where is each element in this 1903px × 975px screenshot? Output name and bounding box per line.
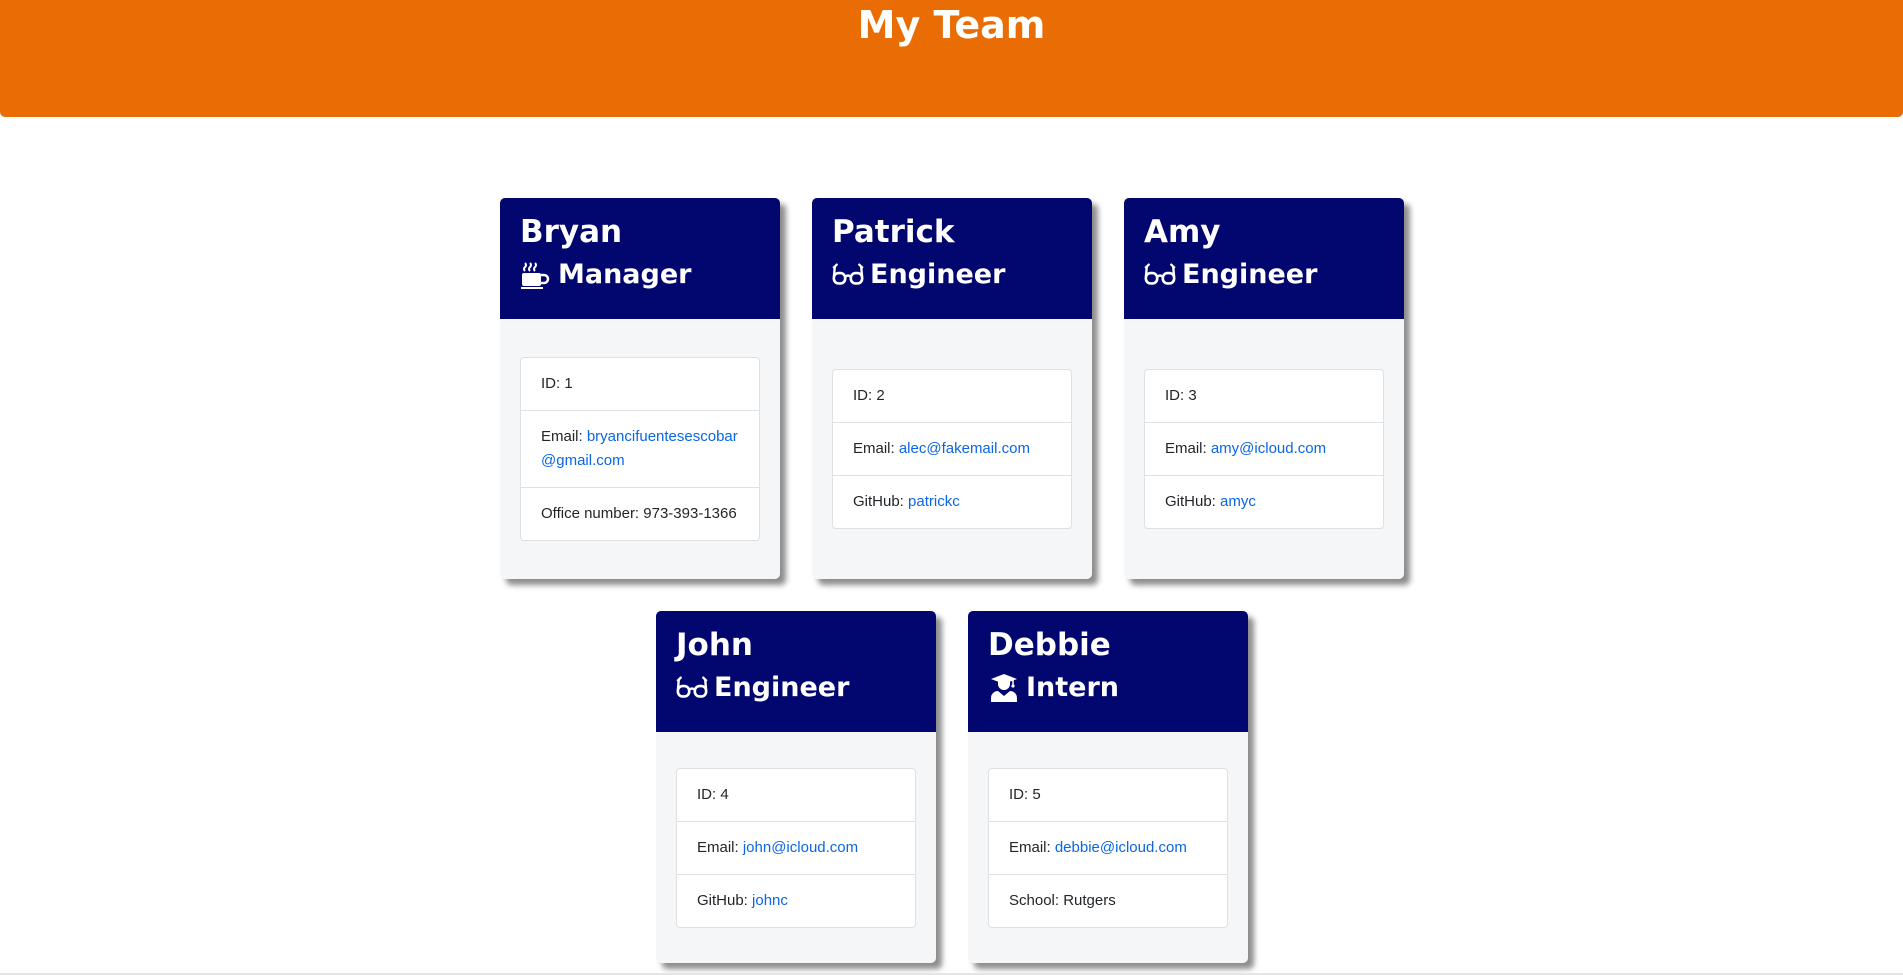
school-label: School: [1009,891,1064,909]
card-header: Amy Engineer [1124,198,1404,319]
employee-name: Patrick [832,214,955,250]
employee-card-john: John Engineer ID: 4 Email: john@icloud.c… [656,611,936,963]
github-label: GitHub: [853,493,909,510]
glasses-icon [832,259,864,291]
office-number-item: Office number: 973-393-1366 [521,487,759,540]
role-label: Engineer [870,259,1006,290]
email-item: Email: amy@icloud.com [1145,422,1383,475]
employee-name: Amy [1144,214,1221,250]
github-link[interactable]: amyc [1220,493,1256,510]
role-label: Manager [558,259,692,290]
card-header: Bryan Manager [500,198,780,319]
email-item: Email: bryancifuentesescobar@gmail.com [521,410,759,487]
info-list: ID: 2 Email: alec@fakemail.com GitHub: p… [832,369,1072,529]
id-item: ID: 3 [1165,387,1197,404]
id-item: ID: 5 [1009,785,1041,803]
id-item: ID: 1 [541,375,573,392]
email-item: Email: alec@fakemail.com [833,422,1071,475]
employee-name: John [676,627,753,663]
employee-name: Debbie [988,627,1111,663]
employee-card-patrick: Patrick Engineer ID: 2 Email: alec@fakem… [812,198,1092,579]
github-item: GitHub: patrickc [833,475,1071,528]
role-label: Engineer [714,672,850,703]
employee-role: Intern [988,671,1228,705]
coffee-icon [520,259,552,291]
card-body: ID: 1 Email: bryancifuentesescobar@gmail… [500,319,780,579]
github-label: GitHub: [697,891,753,909]
email-item: Email: debbie@icloud.com [989,820,1227,874]
github-item: GitHub: amyc [1145,475,1383,528]
email-label: Email: [1009,838,1055,856]
email-link[interactable]: alec@fakemail.com [899,440,1030,457]
card-body: ID: 3 Email: amy@icloud.com GitHub: amyc [1124,319,1404,579]
employee-role: Manager [520,258,760,292]
github-item: GitHub: johnc [677,873,915,927]
employee-card-bryan: Bryan Manager ID: 1 Email: bryancifuente… [500,198,780,579]
card-body: ID: 5 Email: debbie@icloud.com School: R… [968,732,1248,963]
card-body: ID: 2 Email: alec@fakemail.com GitHub: p… [812,319,1092,579]
employee-card-debbie: Debbie Intern ID: 5 Email: debbie@icloud… [968,611,1248,963]
page-header: My Team [0,0,1903,117]
glasses-icon [676,672,708,704]
email-item: Email: john@icloud.com [677,820,915,874]
email-label: Email: [853,440,899,457]
email-label: Email: [1165,440,1211,457]
id-item: ID: 4 [697,785,729,803]
role-label: Engineer [1182,259,1318,290]
page-title: My Team [857,3,1046,47]
email-link[interactable]: debbie@icloud.com [1055,839,1187,856]
office-number-label: Office number: [541,505,644,522]
email-label: Email: [697,838,743,856]
graduate-icon [988,672,1020,704]
github-label: GitHub: [1165,493,1221,510]
card-header: Debbie Intern [968,611,1248,732]
card-header: John Engineer [656,611,936,732]
office-number-value: 973-393-1366 [643,505,737,522]
employee-role: Engineer [832,258,1072,292]
id-item: ID: 2 [853,387,885,404]
email-label: Email: [541,428,587,445]
school-value: Rutgers [1063,891,1116,909]
email-link[interactable]: amy@icloud.com [1211,440,1326,457]
school-item: School: Rutgers [989,873,1227,927]
employee-name: Bryan [520,214,623,250]
glasses-icon [1144,259,1176,291]
role-label: Intern [1026,672,1120,703]
info-list: ID: 1 Email: bryancifuentesescobar@gmail… [520,357,760,541]
employee-role: Engineer [676,671,916,705]
github-link[interactable]: patrickc [908,493,960,510]
card-header: Patrick Engineer [812,198,1092,319]
info-list: ID: 3 Email: amy@icloud.com GitHub: amyc [1144,369,1384,529]
card-body: ID: 4 Email: john@icloud.com GitHub: joh… [656,732,936,963]
info-list: ID: 5 Email: debbie@icloud.com School: R… [988,767,1228,928]
info-list: ID: 4 Email: john@icloud.com GitHub: joh… [676,767,916,928]
email-link[interactable]: john@icloud.com [743,839,858,856]
employee-role: Engineer [1144,258,1384,292]
employee-card-amy: Amy Engineer ID: 3 Email: amy@icloud.com [1124,198,1404,579]
github-link[interactable]: johnc [752,892,788,909]
